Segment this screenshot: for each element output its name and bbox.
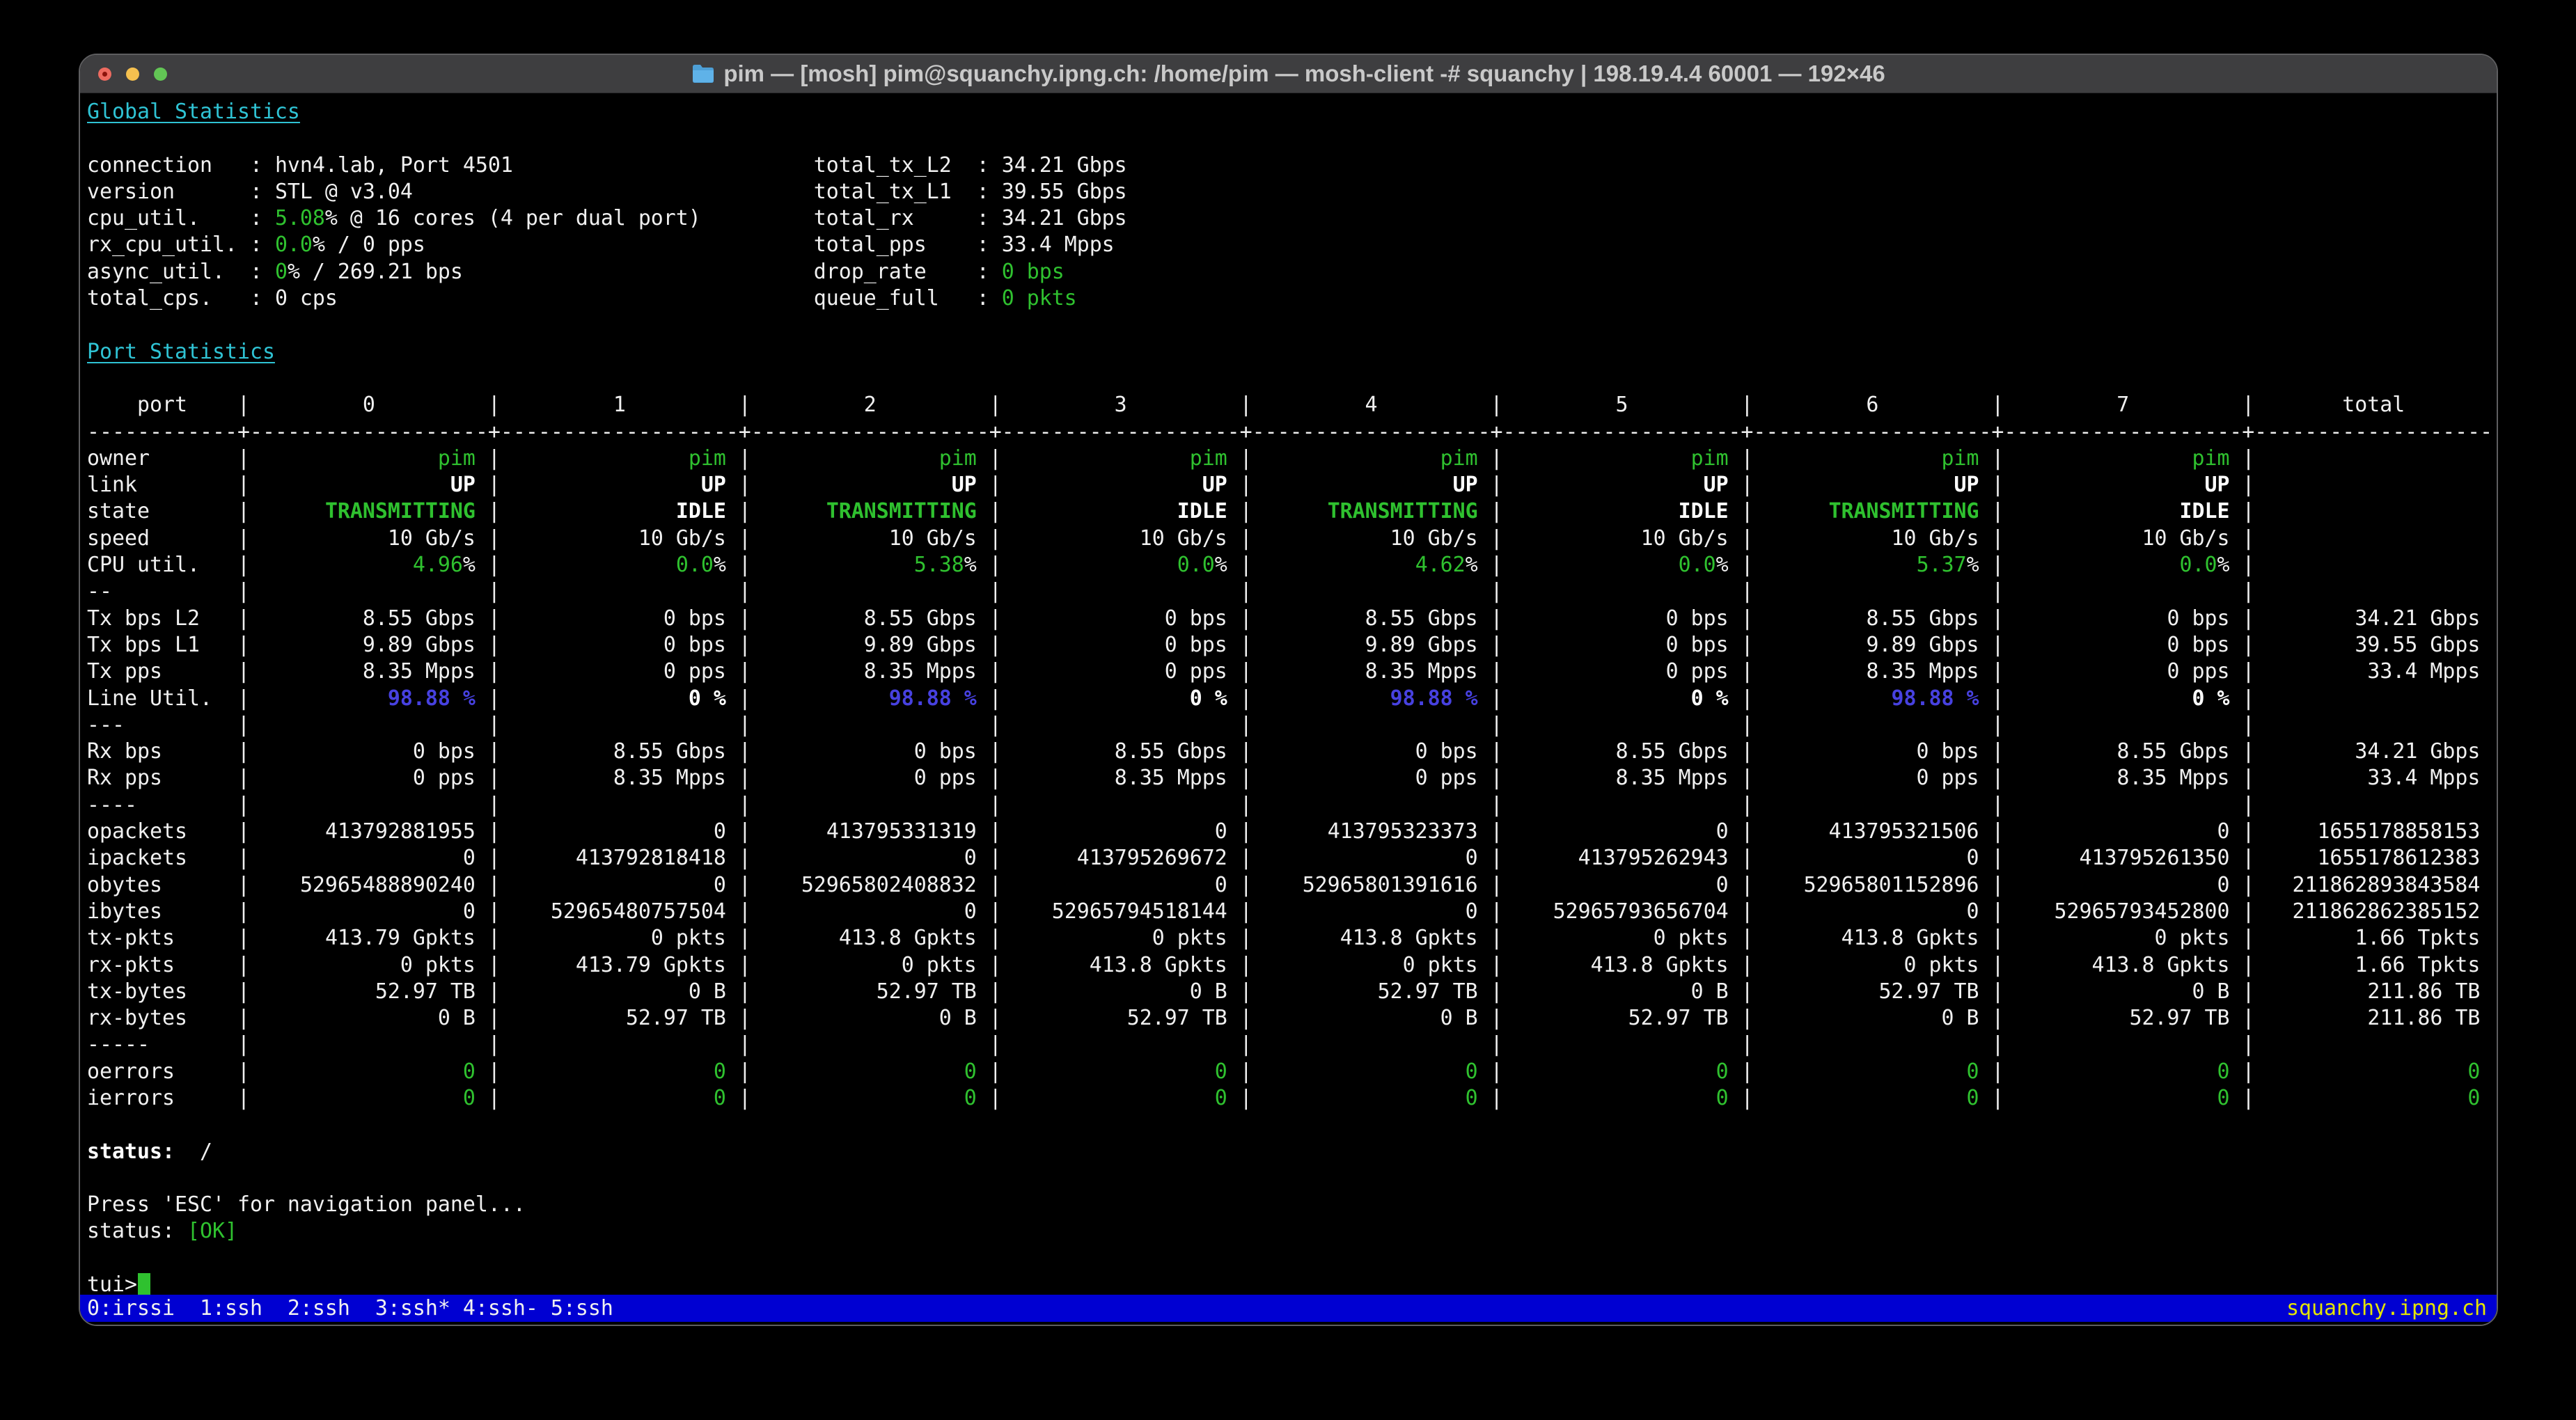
global-stat-row: async_util. : 0% / 269.21 bps drop_rate … bbox=[87, 259, 1065, 284]
port-table-row-Tx-pps: Tx pps | 8.35 Mpps | 0 pps | 8.35 Mpps |… bbox=[87, 659, 2497, 684]
esc-hint-line: Press 'ESC' for navigation panel... bbox=[87, 1192, 526, 1217]
port-table-row-: -- | | | | | | | | | | bbox=[87, 579, 2497, 604]
terminal-output: Global Statistics connection : hvn4.lab, … bbox=[87, 99, 2497, 1298]
port-table-row-Rx-pps: Rx pps | 0 pps | 8.35 Mpps | 0 pps | 8.3… bbox=[87, 766, 2497, 791]
port-table-row-oerrors: oerrors | 0 | 0 | 0 | 0 | 0 | 0 | 0 | 0 … bbox=[87, 1059, 2497, 1084]
window-title: pim — [mosh] pim@squanchy.ipng.ch: /home… bbox=[691, 61, 1885, 87]
close-dot-icon bbox=[102, 72, 107, 77]
port-table-row-ibytes: ibytes | 0 | 52965480757504 | 0 | 529657… bbox=[87, 899, 2497, 924]
global-stat-row: rx_cpu_util. : 0.0% / 0 pps total_pps : … bbox=[87, 232, 1115, 258]
port-table-row-: ----- | | | | | | | | | | bbox=[87, 1032, 2497, 1057]
status-spinner-line: status: / bbox=[87, 1139, 212, 1164]
port-table-row-Line-Util: Line Util. | 98.88 % | 0 % | 98.88 % | 0… bbox=[87, 686, 2497, 711]
tmux-window-list[interactable]: 0:irssi 1:ssh 2:ssh 3:ssh* 4:ssh- 5:ssh bbox=[87, 1295, 613, 1322]
port-stats-heading: Port Statistics bbox=[87, 339, 275, 364]
terminal-cursor bbox=[137, 1273, 150, 1295]
port-table-row-state: state | TRANSMITTING | IDLE | TRANSMITTI… bbox=[87, 499, 2497, 524]
terminal-window: pim — [mosh] pim@squanchy.ipng.ch: /home… bbox=[79, 54, 2498, 1326]
port-table-row-tx-bytes: tx-bytes | 52.97 TB | 0 B | 52.97 TB | 0… bbox=[87, 979, 2497, 1004]
port-table-row-link: link | UP | UP | UP | UP | UP | UP | UP … bbox=[87, 473, 2497, 498]
port-table-row-ipackets: ipackets | 0 | 413792818418 | 0 | 413795… bbox=[87, 846, 2497, 871]
port-table-row-rx-bytes: rx-bytes | 0 B | 52.97 TB | 0 B | 52.97 … bbox=[87, 1006, 2497, 1031]
port-table-row-Tx-bps-L1: Tx bps L1 | 9.89 Gbps | 0 bps | 9.89 Gbp… bbox=[87, 632, 2497, 657]
global-stats-heading: Global Statistics bbox=[87, 100, 300, 124]
global-stat-row: cpu_util. : 5.08% @ 16 cores (4 per dual… bbox=[87, 206, 1127, 231]
port-table-row-Rx-bps: Rx bps | 0 bps | 8.55 Gbps | 0 bps | 8.5… bbox=[87, 739, 2497, 764]
titlebar[interactable]: pim — [mosh] pim@squanchy.ipng.ch: /home… bbox=[80, 55, 2497, 93]
status-ok-line: status: [OK] bbox=[87, 1219, 237, 1244]
port-table-header: port | 0 | 1 | 2 | 3 | 4 | 5 | 6 | 7 | t… bbox=[87, 393, 2498, 418]
minimize-button[interactable] bbox=[126, 68, 139, 81]
port-table-row-obytes: obytes | 52965488890240 | 0 | 5296580240… bbox=[87, 872, 2497, 897]
port-table-row-opackets: opackets | 413792881955 | 0 | 4137953313… bbox=[87, 819, 2497, 844]
port-table-separator: ------------+-------------------+-------… bbox=[87, 419, 2493, 444]
global-stat-row: total_cps. : 0 cps queue_full : 0 pkts bbox=[87, 286, 1077, 311]
port-table-row-: --- | | | | | | | | | | bbox=[87, 712, 2497, 737]
fullscreen-button[interactable] bbox=[154, 68, 167, 81]
port-table-row-owner: owner | pim | pim | pim | pim | pim | pi… bbox=[87, 445, 2497, 471]
traffic-lights bbox=[98, 55, 167, 93]
port-table-row-CPU-util: CPU util. | 4.96% | 0.0% | 5.38% | 0.0% … bbox=[87, 553, 2497, 578]
port-table-row-Tx-bps-L2: Tx bps L2 | 8.55 Gbps | 0 bps | 8.55 Gbp… bbox=[87, 606, 2497, 631]
port-table-row-ierrors: ierrors | 0 | 0 | 0 | 0 | 0 | 0 | 0 | 0 … bbox=[87, 1085, 2497, 1110]
global-stat-row: connection : hvn4.lab, Port 4501 total_t… bbox=[87, 152, 1127, 178]
port-table-row-rx-pkts: rx-pkts | 0 pkts | 413.79 Gpkts | 0 pkts… bbox=[87, 952, 2497, 977]
window-title-text: pim — [mosh] pim@squanchy.ipng.ch: /home… bbox=[723, 61, 1885, 86]
global-stat-row: version : STL @ v3.04 total_tx_L1 : 39.5… bbox=[87, 179, 1127, 204]
folder-icon bbox=[693, 65, 714, 83]
port-table-row-tx-pkts: tx-pkts | 413.79 Gpkts | 0 pkts | 413.8 … bbox=[87, 926, 2497, 951]
tmux-hostname: squanchy.ipng.ch bbox=[2286, 1296, 2487, 1320]
terminal-screen[interactable]: Global Statistics connection : hvn4.lab, … bbox=[80, 93, 2497, 1325]
tmux-status-bar: 0:irssi 1:ssh 2:ssh 3:ssh* 4:ssh- 5:ssh … bbox=[80, 1295, 2497, 1322]
close-button[interactable] bbox=[98, 68, 111, 81]
port-table-row-: ---- | | | | | | | | | | bbox=[87, 792, 2497, 817]
desktop: pim — [mosh] pim@squanchy.ipng.ch: /home… bbox=[0, 0, 2576, 1420]
port-table-row-speed: speed | 10 Gb/s | 10 Gb/s | 10 Gb/s | 10… bbox=[87, 526, 2497, 551]
